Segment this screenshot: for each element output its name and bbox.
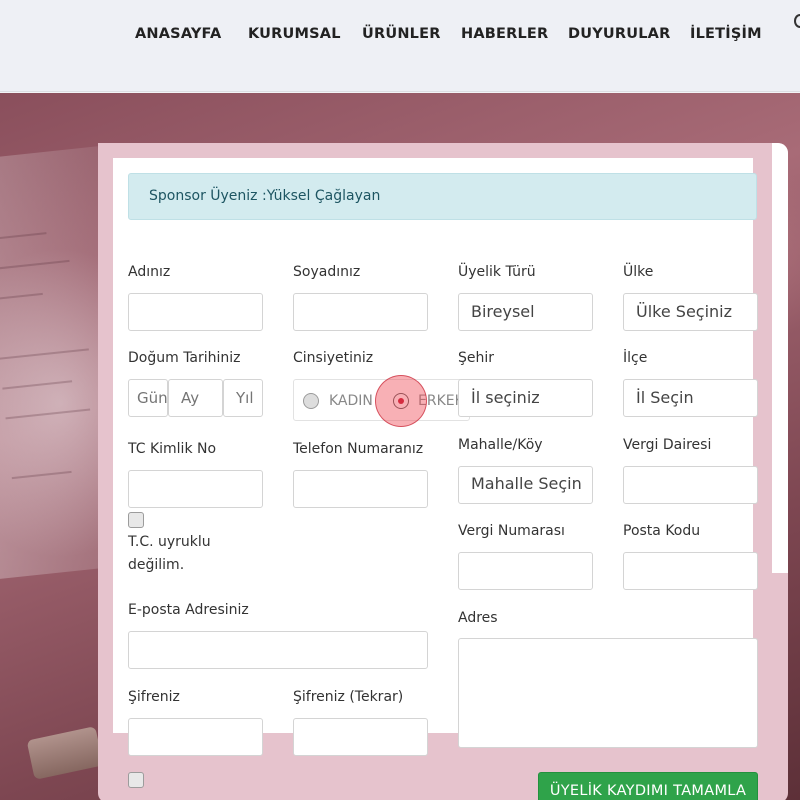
tax-office-label: Vergi Dairesi (623, 437, 712, 453)
membership-type-select[interactable]: Bireysel (458, 293, 593, 331)
phone-label: Telefon Numaranız (293, 441, 424, 457)
tax-office-input[interactable] (623, 466, 758, 504)
click-indicator (375, 375, 427, 427)
password-repeat-label: Şifreniz (Tekrar) (293, 689, 404, 705)
email-label: E-posta Adresiniz (128, 602, 249, 618)
top-navbar: ANASAYFA KURUMSAL ÜRÜNLER HABERLER DUYUR… (0, 0, 800, 92)
address-label: Adres (458, 610, 498, 626)
city-select[interactable]: İl seçiniz (458, 379, 593, 417)
city-label: Şehir (458, 350, 495, 366)
binder-clip-illustration (26, 726, 104, 780)
sponsor-alert: Sponsor Üyeniz :Yüksel Çağlayan (128, 173, 757, 220)
postal-code-input[interactable] (623, 552, 758, 590)
birth-date-label: Doğum Tarihiniz (128, 350, 241, 366)
nav-item-announcements[interactable]: DUYURULAR (568, 26, 670, 42)
country-label: Ülke (623, 264, 654, 280)
neighborhood-select[interactable]: Mahalle Seçin (458, 466, 593, 504)
postal-code-label: Posta Kodu (623, 523, 701, 539)
first-name-label: Adınız (128, 264, 171, 280)
form-card-strip (98, 143, 113, 733)
last-name-input[interactable] (293, 293, 428, 331)
complete-registration-button[interactable]: ÜYELİK KAYDIMI TAMAMLA (538, 772, 758, 800)
password-repeat-input[interactable] (293, 718, 428, 756)
address-textarea[interactable] (458, 638, 758, 748)
gender-female-label[interactable]: KADIN (329, 393, 373, 409)
nav-item-corporate[interactable]: KURUMSAL (248, 26, 341, 42)
district-label: İlçe (623, 350, 648, 366)
membership-type-label: Üyelik Türü (458, 264, 536, 280)
nav-item-contact[interactable]: İLETİŞİM (690, 26, 762, 42)
country-select[interactable]: Ülke Seçiniz (623, 293, 758, 331)
form-card-edge (772, 143, 788, 573)
phone-input[interactable] (293, 470, 428, 508)
not-tc-citizen-checkbox[interactable] (128, 512, 144, 528)
birth-year-input[interactable] (223, 379, 263, 417)
last-name-label: Soyadınız (293, 264, 361, 280)
tax-number-label: Vergi Numarası (458, 523, 565, 539)
password-label: Şifreniz (128, 689, 180, 705)
main-nav: ANASAYFA KURUMSAL ÜRÜNLER HABERLER DUYUR… (0, 26, 800, 48)
nav-item-products[interactable]: ÜRÜNLER (362, 26, 441, 42)
gender-label: Cinsiyetiniz (293, 350, 374, 366)
password-input[interactable] (128, 718, 263, 756)
tax-number-input[interactable] (458, 552, 593, 590)
tc-id-input[interactable] (128, 470, 263, 508)
not-tc-citizen-label-line2: değilim. (128, 557, 185, 573)
terms-checkbox[interactable] (128, 772, 144, 788)
not-tc-citizen-label-line1: T.C. uyruklu (128, 534, 211, 550)
nav-item-news[interactable]: HABERLER (461, 26, 548, 42)
gender-female-radio[interactable] (303, 393, 319, 409)
district-select[interactable]: İl Seçin (623, 379, 758, 417)
neighborhood-label: Mahalle/Köy (458, 437, 543, 453)
search-icon[interactable] (794, 14, 800, 28)
nav-item-home[interactable]: ANASAYFA (135, 26, 221, 42)
birth-month-input[interactable] (168, 379, 223, 417)
first-name-input[interactable] (128, 293, 263, 331)
birth-day-input[interactable] (128, 379, 168, 417)
email-input[interactable] (128, 631, 428, 669)
tc-id-label: TC Kimlik No (128, 441, 217, 457)
